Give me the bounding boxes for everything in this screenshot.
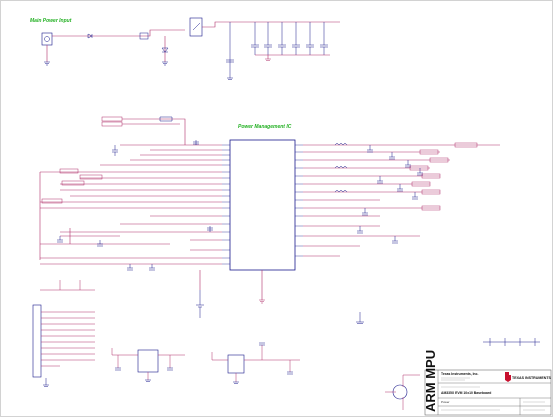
company-name: Texas Instruments, Inc. — [441, 372, 478, 376]
sheet-name: Power — [441, 400, 450, 404]
main-power-input-title: Main Power Input — [30, 18, 72, 24]
power-management-title: Power Management IC — [238, 124, 292, 130]
ti-logo-text: TEXAS INSTRUMENTS — [512, 376, 552, 380]
side-banner: ARM MPU — [423, 350, 438, 412]
pmic-chip — [229, 139, 296, 271]
board-title: AM335X EVM 10x10 Baseboard — [441, 391, 491, 395]
schematic-diagram: Main Power Input Power Management IC ARM… — [0, 0, 553, 417]
